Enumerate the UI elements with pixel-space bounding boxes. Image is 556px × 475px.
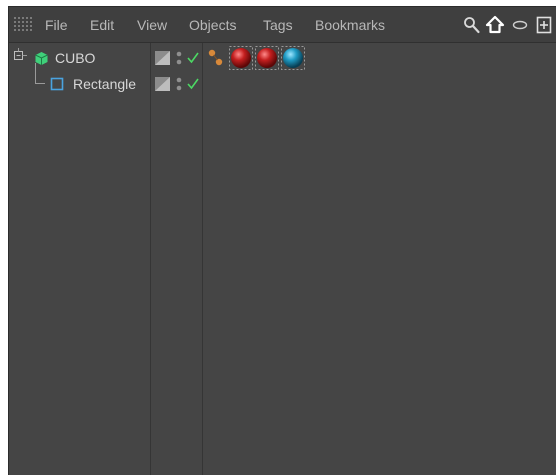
object-manager-window: File Edit View Objects Tags Bookmarks CU… bbox=[8, 6, 556, 475]
layer-swatch-icon[interactable] bbox=[155, 51, 170, 65]
tags-row-cubo bbox=[207, 45, 305, 71]
home-icon[interactable] bbox=[484, 15, 506, 35]
rectangle-spline-icon bbox=[49, 76, 65, 92]
checkmark-icon[interactable] bbox=[186, 77, 200, 91]
menu-bar: File Edit View Objects Tags Bookmarks bbox=[9, 7, 556, 43]
object-name: Rectangle bbox=[73, 76, 137, 92]
new-window-icon[interactable] bbox=[535, 15, 553, 35]
object-row-cubo[interactable]: CUBO bbox=[33, 45, 95, 71]
menu-edit[interactable]: Edit bbox=[90, 16, 114, 34]
menu-bookmarks[interactable]: Bookmarks bbox=[315, 16, 385, 34]
expand-toggle-icon[interactable] bbox=[13, 48, 27, 62]
object-tree-panel: CUBO Rectangle bbox=[9, 43, 151, 475]
tree-line-horizontal bbox=[35, 83, 45, 84]
search-icon[interactable] bbox=[462, 15, 482, 35]
flags-row-cubo bbox=[155, 45, 200, 71]
flags-panel bbox=[151, 43, 203, 475]
screenshot-frame: File Edit View Objects Tags Bookmarks CU… bbox=[0, 0, 556, 475]
material-tag-icon[interactable] bbox=[281, 46, 305, 70]
material-tag-icon[interactable] bbox=[229, 46, 253, 70]
object-row-rectangle[interactable]: Rectangle bbox=[49, 71, 136, 97]
null-object-icon bbox=[33, 50, 49, 66]
menu-objects[interactable]: Objects bbox=[189, 16, 236, 34]
visibility-dots-icon[interactable] bbox=[176, 50, 184, 66]
visibility-dots-icon[interactable] bbox=[176, 76, 184, 92]
menu-tags[interactable]: Tags bbox=[263, 16, 293, 34]
tags-panel bbox=[203, 43, 556, 475]
ellipse-icon[interactable] bbox=[511, 15, 529, 35]
menu-file[interactable]: File bbox=[45, 16, 68, 34]
constraint-tag-icon[interactable] bbox=[207, 48, 225, 68]
grip-icon[interactable] bbox=[14, 17, 32, 33]
checkmark-icon[interactable] bbox=[186, 51, 200, 65]
material-tag-icon[interactable] bbox=[255, 46, 279, 70]
menu-view[interactable]: View bbox=[137, 16, 167, 34]
object-name: CUBO bbox=[55, 50, 96, 66]
layer-swatch-icon[interactable] bbox=[155, 77, 170, 91]
flags-row-rectangle bbox=[155, 71, 200, 97]
